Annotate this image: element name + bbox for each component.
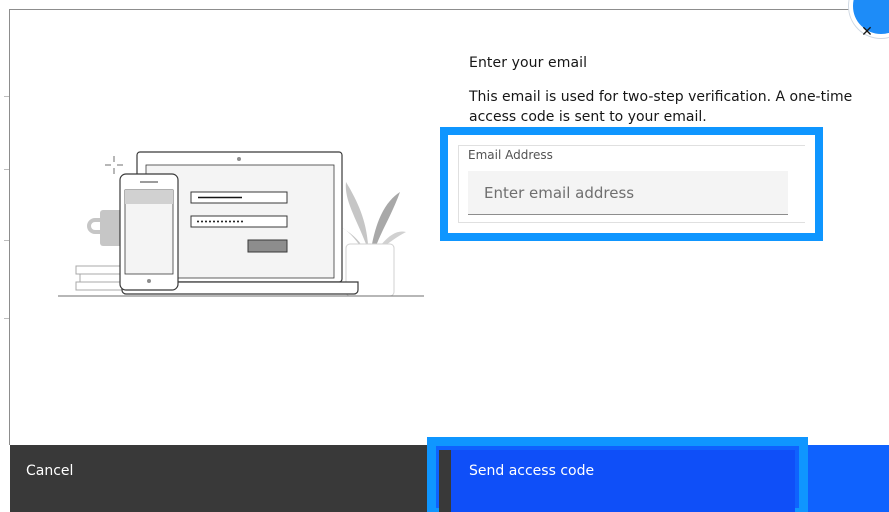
cancel-button[interactable]: Cancel (10, 445, 432, 512)
plant-icon (336, 182, 406, 297)
dialog-description: This email is used for two-step verifica… (469, 89, 853, 125)
dialog-top-border (10, 9, 865, 10)
two-step-verification-dialog: ✕ Enter your email This email is used fo… (0, 0, 889, 512)
dialog-left-border (9, 9, 10, 445)
left-edge (0, 0, 9, 512)
mug-icon (87, 210, 124, 246)
close-icon[interactable]: ✕ (860, 24, 874, 40)
sparkle-icon (105, 156, 123, 174)
dialog-title: Enter your email (469, 55, 588, 71)
books-icon (75, 265, 125, 291)
email-field-label: Email Address (468, 148, 553, 162)
send-button-divider (439, 450, 451, 512)
laptop-phone-login-illustration (58, 151, 424, 297)
email-input[interactable] (468, 171, 788, 215)
phone-icon (119, 173, 179, 291)
send-access-code-button[interactable]: Send access code (451, 450, 795, 512)
